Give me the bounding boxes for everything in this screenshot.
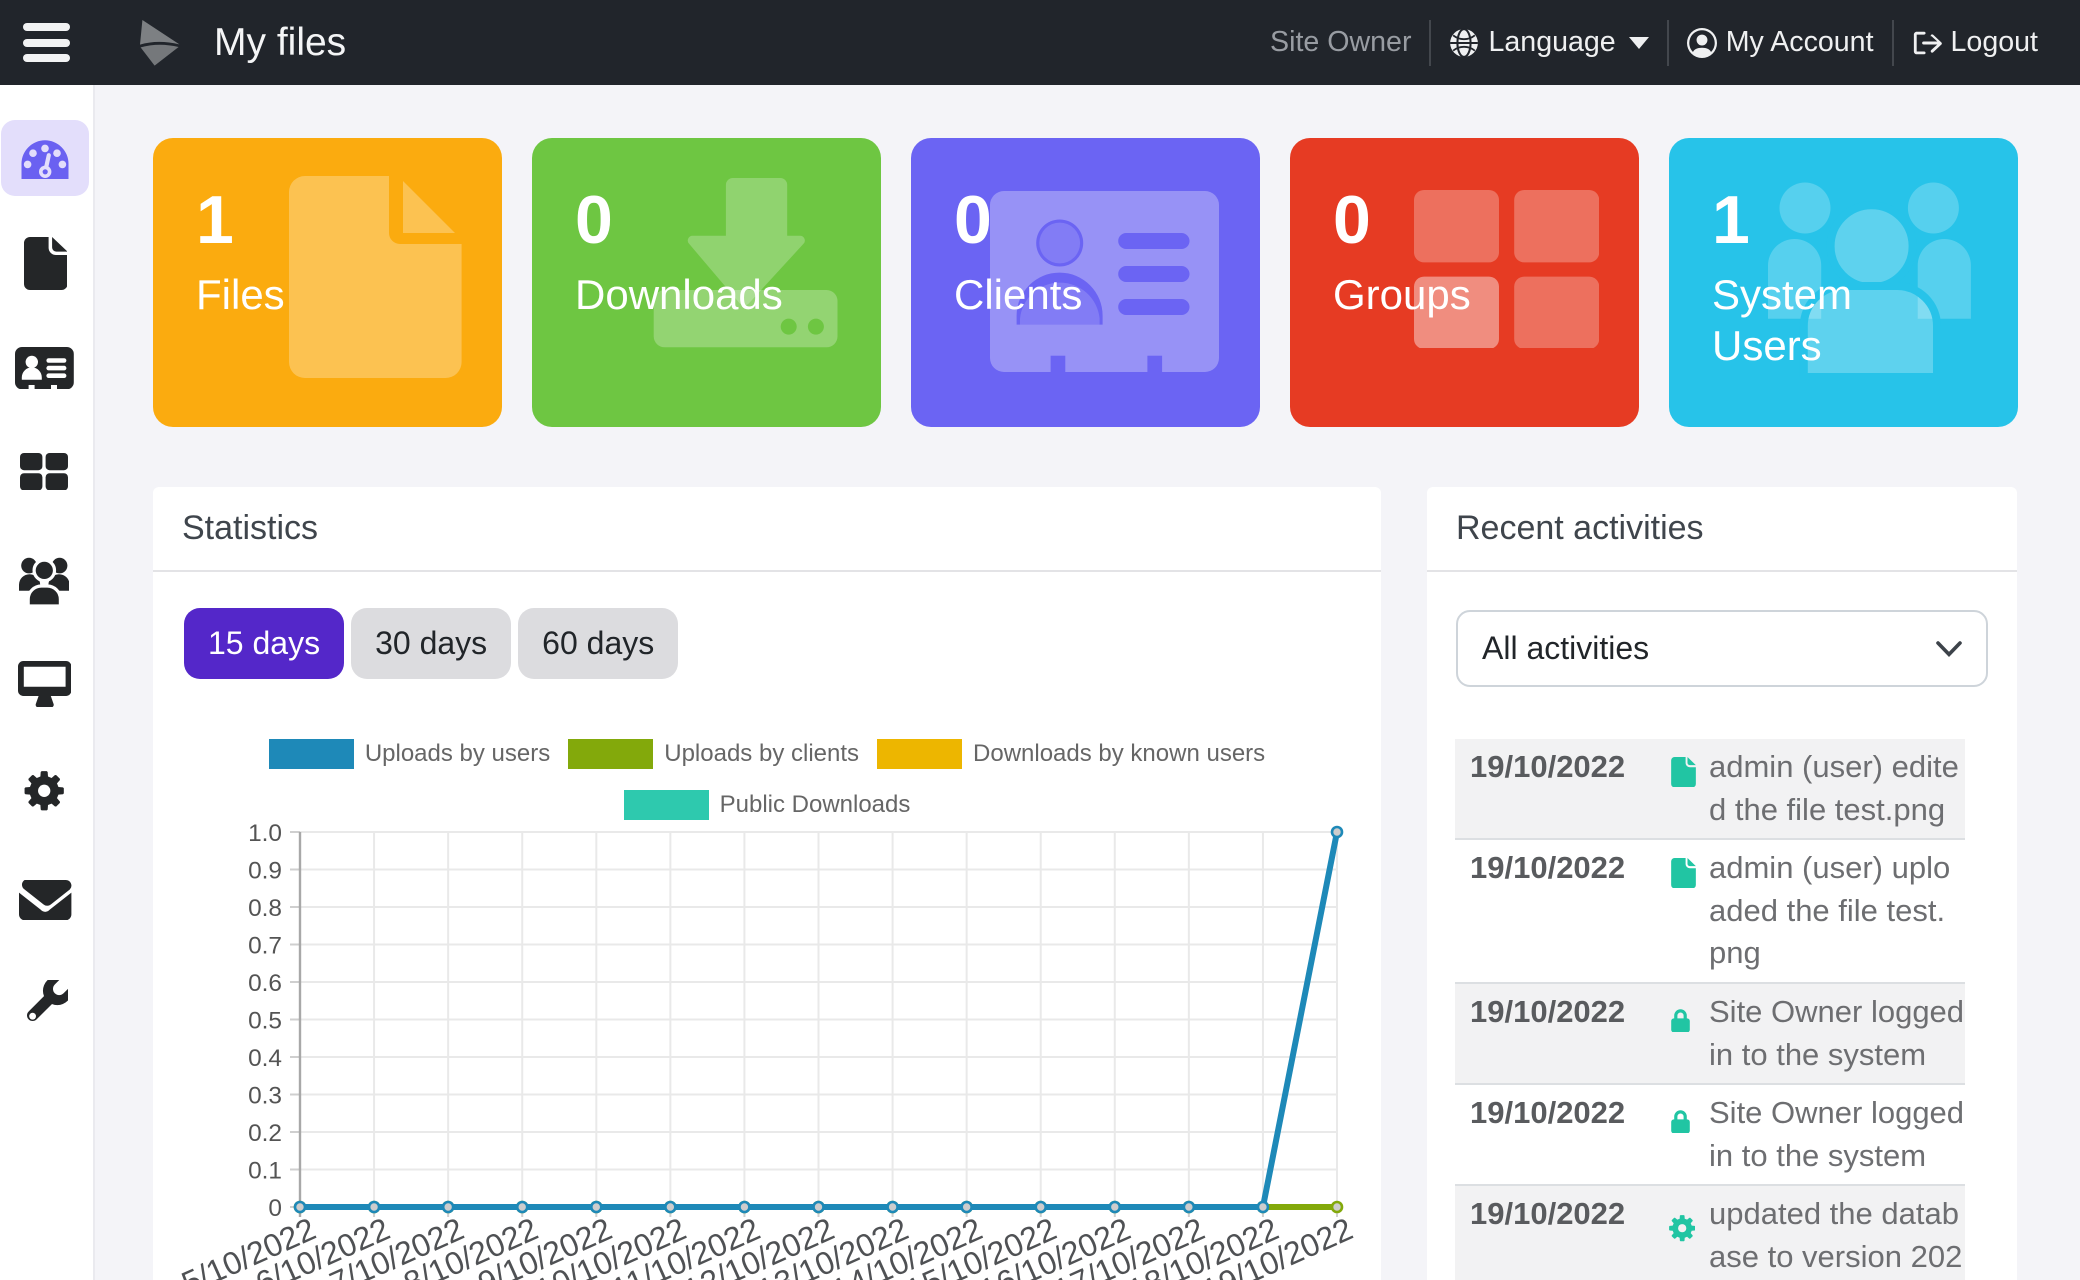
- svg-text:0.7: 0.7: [248, 933, 282, 960]
- svg-text:0.6: 0.6: [248, 970, 282, 997]
- svg-text:0.8: 0.8: [248, 895, 282, 922]
- svg-text:0.3: 0.3: [248, 1083, 282, 1110]
- svg-text:0.2: 0.2: [248, 1120, 282, 1147]
- svg-text:1.0: 1.0: [248, 820, 282, 847]
- svg-text:0: 0: [268, 1195, 282, 1222]
- svg-text:0.4: 0.4: [248, 1045, 282, 1072]
- svg-text:0.9: 0.9: [248, 858, 282, 885]
- svg-text:0.5: 0.5: [248, 1008, 282, 1035]
- svg-text:0.1: 0.1: [248, 1158, 282, 1185]
